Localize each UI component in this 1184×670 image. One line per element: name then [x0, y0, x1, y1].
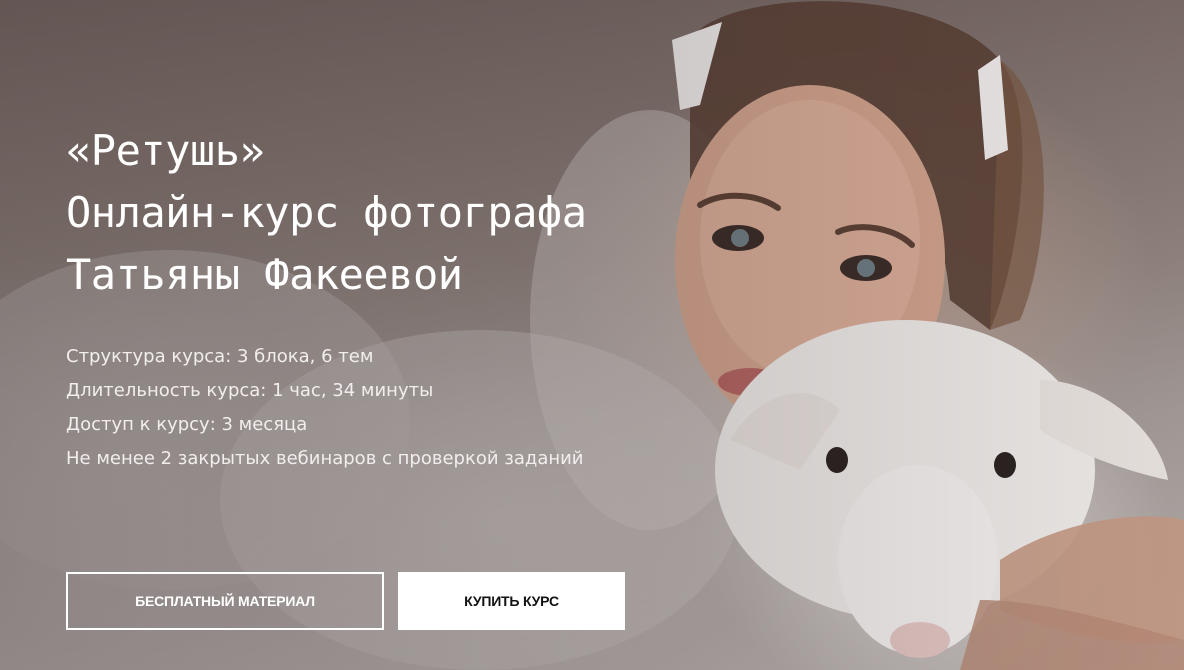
- hero-overlay: [0, 0, 1184, 670]
- free-material-button[interactable]: БЕСПЛАТНЫЙ МАТЕРИАЛ: [66, 572, 384, 630]
- course-title-line: Татьяны Факеевой: [66, 250, 463, 299]
- course-title-line: Онлайн-курс фотографа: [66, 188, 587, 237]
- course-fact-duration: Длительность курса: 1 час, 34 минуты: [66, 380, 434, 401]
- course-fact-structure: Структура курса: 3 блока, 6 тем: [66, 346, 374, 367]
- course-fact-webinars: Не менее 2 закрытых вебинаров с проверко…: [66, 448, 584, 469]
- buy-course-button[interactable]: КУПИТЬ КУРС: [398, 572, 625, 630]
- course-title-line: «Ретушь»: [66, 126, 265, 175]
- course-fact-access: Доступ к курсу: 3 месяца: [66, 414, 308, 435]
- course-facts-list: Структура курса: 3 блока, 6 тем Длительн…: [66, 340, 584, 476]
- hero-content: «Ретушь» Онлайн-курс фотографа Татьяны Ф…: [66, 120, 766, 469]
- course-title: «Ретушь» Онлайн-курс фотографа Татьяны Ф…: [66, 120, 766, 306]
